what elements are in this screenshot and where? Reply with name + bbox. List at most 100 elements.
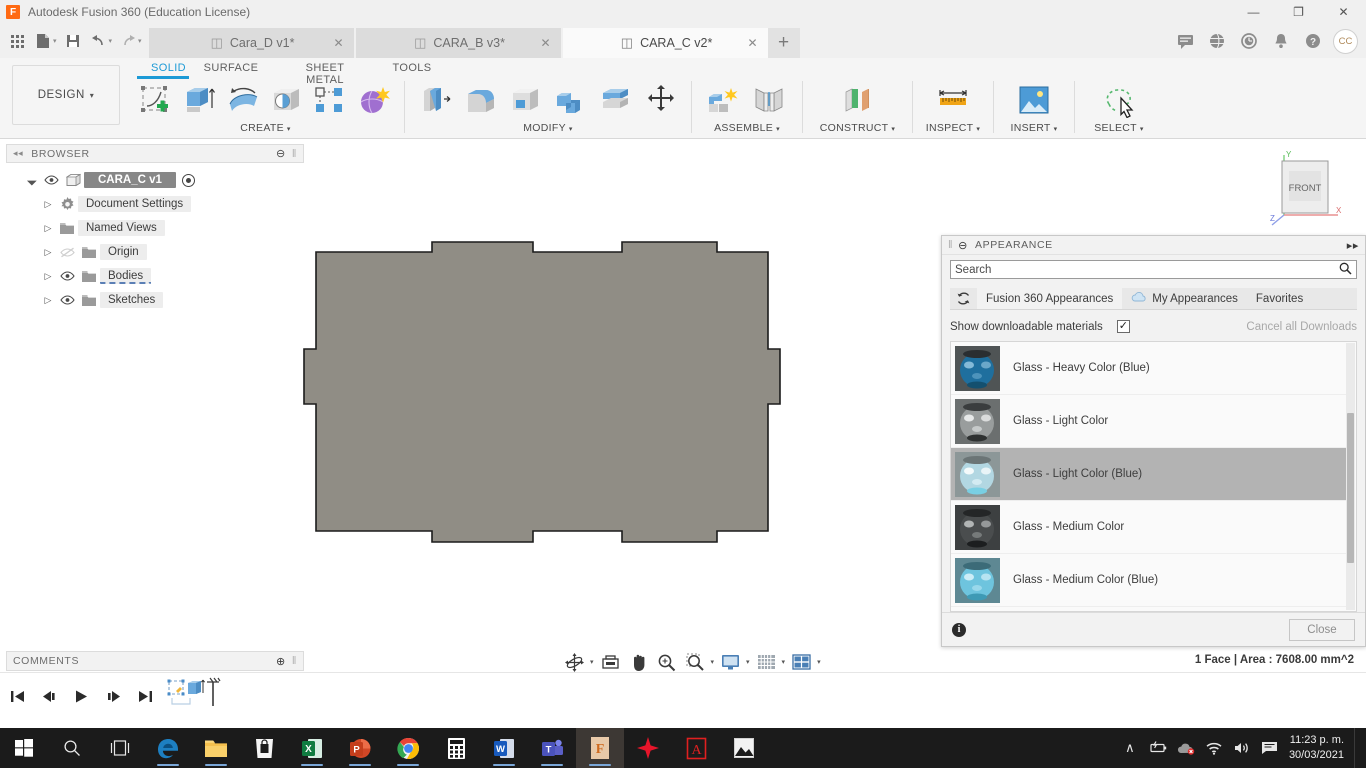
panel-grip-icon[interactable]: ‖ bbox=[292, 148, 297, 160]
help-icon[interactable]: ? bbox=[1297, 26, 1329, 56]
viewports-caret-icon[interactable]: ▾ bbox=[817, 658, 821, 666]
visibility-eye-icon[interactable] bbox=[56, 295, 78, 305]
tool-combine[interactable] bbox=[548, 80, 593, 118]
browser-item-bodies[interactable]: ▷ Bodies bbox=[6, 264, 304, 288]
browser-item-sketches[interactable]: ▷ Sketches bbox=[6, 288, 304, 312]
material-row-glass-light-color-blue[interactable]: Glass - Light Color (Blue) bbox=[951, 448, 1346, 501]
onedrive-offline-icon[interactable] bbox=[1173, 741, 1199, 755]
tool-measure[interactable] bbox=[930, 80, 976, 114]
tab-solid[interactable]: SOLID bbox=[137, 58, 189, 78]
tool-new-component[interactable] bbox=[700, 80, 746, 118]
redo-caret-icon[interactable]: ▾ bbox=[138, 37, 142, 45]
browser-item-cara-c[interactable]: ◢ CARA_C v1 bbox=[6, 168, 304, 192]
doc-tab-cara-d[interactable]: ◫ Cara_D v1* ✕ bbox=[148, 28, 354, 58]
taskbar-teams[interactable]: T bbox=[528, 728, 576, 768]
display-settings-icon[interactable] bbox=[716, 654, 745, 671]
workspace-selector[interactable]: DESIGN ▾ bbox=[12, 65, 120, 125]
tool-move-copy[interactable] bbox=[638, 80, 683, 114]
doc-tab-cara-c[interactable]: ◫ CARA_C v2* ✕ bbox=[562, 28, 768, 58]
panel-grip-icon[interactable]: ‖ bbox=[292, 655, 297, 667]
doc-tab-cara-b[interactable]: ◫ CARA_B v3* ✕ bbox=[355, 28, 561, 58]
undo-caret-icon[interactable]: ▾ bbox=[109, 37, 113, 45]
start-button[interactable] bbox=[0, 728, 48, 768]
wifi-icon[interactable] bbox=[1201, 741, 1227, 755]
tool-form[interactable] bbox=[353, 80, 397, 118]
doc-tab-close-icon[interactable]: ✕ bbox=[333, 36, 343, 50]
expand-arrow-icon[interactable]: ▷ bbox=[40, 199, 56, 210]
info-icon[interactable]: i bbox=[952, 622, 966, 637]
visibility-eye-icon[interactable] bbox=[40, 175, 62, 185]
bell-icon[interactable] bbox=[1265, 26, 1297, 56]
doc-tab-close-icon[interactable]: ✕ bbox=[747, 36, 757, 50]
battery-icon[interactable] bbox=[1145, 741, 1171, 755]
save-icon[interactable] bbox=[60, 27, 86, 55]
globe-icon[interactable] bbox=[1201, 26, 1233, 56]
material-list-scrollbar[interactable] bbox=[1346, 343, 1355, 610]
expand-arrow-icon[interactable]: ▷ bbox=[40, 223, 56, 234]
show-downloadable-checkbox[interactable]: ✓ bbox=[1116, 320, 1130, 333]
appearance-dialog-header[interactable]: ‖ ⊖ APPEARANCE ▸▸ bbox=[942, 236, 1365, 255]
tool-revolve[interactable] bbox=[222, 80, 266, 118]
taskbar-edge[interactable] bbox=[144, 728, 192, 768]
appearance-search[interactable] bbox=[950, 260, 1357, 279]
material-row-glass-medium-color-blue[interactable]: Glass - Medium Color (Blue) bbox=[951, 554, 1346, 607]
browser-item-named-views[interactable]: ▷ Named Views bbox=[6, 216, 304, 240]
taskbar-calculator[interactable] bbox=[432, 728, 480, 768]
grid-snaps-caret-icon[interactable]: ▾ bbox=[782, 658, 786, 666]
tool-offset-plane[interactable] bbox=[835, 80, 881, 118]
taskbar-photos[interactable] bbox=[720, 728, 768, 768]
display-settings-caret-icon[interactable]: ▾ bbox=[746, 658, 750, 666]
tool-insert-canvas[interactable] bbox=[1011, 80, 1057, 116]
material-row-glass-light-color[interactable]: Glass - Light Color bbox=[951, 395, 1346, 448]
zoom-icon[interactable] bbox=[652, 653, 681, 672]
search-button[interactable] bbox=[48, 728, 96, 768]
material-row-glass-heavy-color-blue[interactable]: Glass - Heavy Color (Blue) bbox=[951, 342, 1346, 395]
go-to-end-button[interactable] bbox=[134, 683, 156, 709]
new-tab-button[interactable]: + bbox=[767, 28, 800, 58]
expand-arrow-icon[interactable]: ▷ bbox=[40, 295, 56, 306]
tool-rectangular-pattern[interactable] bbox=[309, 80, 353, 118]
orbit-icon[interactable] bbox=[560, 652, 589, 672]
close-button[interactable]: Close bbox=[1289, 618, 1355, 641]
material-row-glass-medium-color[interactable]: Glass - Medium Color bbox=[951, 501, 1346, 554]
tool-hole[interactable] bbox=[266, 80, 310, 118]
tool-create-sketch[interactable] bbox=[135, 80, 179, 118]
taskbar-powerpoint[interactable]: P bbox=[336, 728, 384, 768]
dialog-expand-icon[interactable]: ▸▸ bbox=[1347, 239, 1359, 252]
taskbar-excel[interactable]: X bbox=[288, 728, 336, 768]
expand-arrow-icon[interactable]: ▷ bbox=[40, 247, 56, 258]
taskbar-chrome[interactable] bbox=[384, 728, 432, 768]
dialog-minimize-icon[interactable]: ⊖ bbox=[958, 239, 968, 252]
play-button[interactable] bbox=[70, 683, 92, 709]
tab-favorites[interactable]: Favorites bbox=[1246, 288, 1313, 309]
tool-extrude[interactable] bbox=[179, 80, 223, 118]
browser-item-origin[interactable]: ▷ Origin bbox=[6, 240, 304, 264]
scrollbar-thumb[interactable] bbox=[1347, 413, 1354, 563]
taskbar-word[interactable]: W bbox=[480, 728, 528, 768]
taskbar-red-app[interactable] bbox=[624, 728, 672, 768]
volume-icon[interactable] bbox=[1229, 741, 1255, 755]
taskbar-clock[interactable]: 11:23 p. m. 30/03/2021 bbox=[1285, 733, 1352, 763]
step-forward-button[interactable] bbox=[102, 683, 124, 709]
comment-icon[interactable] bbox=[1169, 26, 1201, 56]
tab-sheet-metal[interactable]: SHEET METAL bbox=[273, 58, 377, 86]
add-comment-icon[interactable]: ⊕ bbox=[276, 655, 286, 668]
pan-icon[interactable] bbox=[625, 653, 652, 672]
app-grid-icon[interactable] bbox=[4, 27, 30, 55]
taskbar-acrobat[interactable]: A bbox=[672, 728, 720, 768]
expand-arrow-icon[interactable]: ◢ bbox=[22, 170, 41, 189]
taskbar-microsoft-store[interactable] bbox=[240, 728, 288, 768]
refresh-icon[interactable] bbox=[950, 288, 977, 309]
step-back-button[interactable] bbox=[38, 683, 60, 709]
action-center-icon[interactable] bbox=[1257, 741, 1283, 755]
tool-shell[interactable] bbox=[503, 80, 548, 118]
avatar[interactable]: CC bbox=[1333, 28, 1358, 54]
visibility-eye-off-icon[interactable] bbox=[56, 247, 78, 258]
show-desktop-button[interactable] bbox=[1354, 728, 1360, 768]
tab-fusion-360-appearances[interactable]: Fusion 360 Appearances bbox=[977, 288, 1123, 309]
dialog-grip-icon[interactable]: ‖ bbox=[948, 239, 953, 251]
tool-press-pull[interactable] bbox=[413, 80, 458, 118]
tool-fillet[interactable] bbox=[458, 80, 503, 118]
close-button[interactable]: ✕ bbox=[1321, 0, 1366, 24]
show-hidden-icons-chevron[interactable]: ∧ bbox=[1117, 740, 1143, 756]
